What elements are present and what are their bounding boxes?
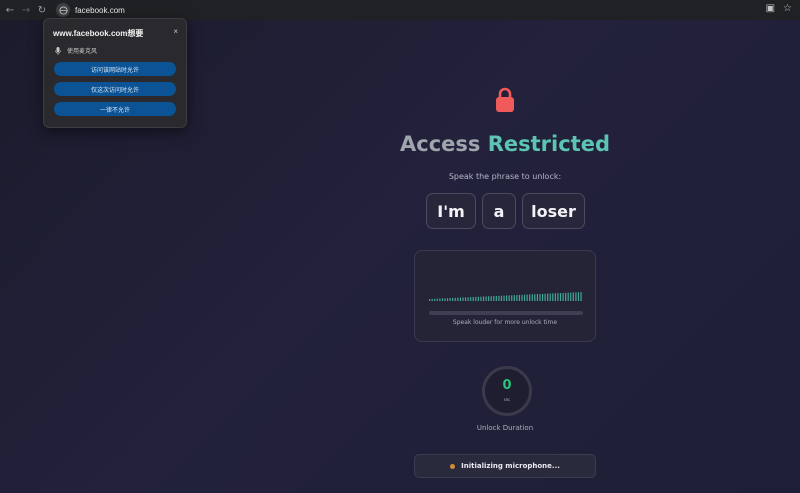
reload-icon[interactable]: ↻ [34, 2, 50, 18]
waveform-bar [506, 295, 508, 301]
cast-icon[interactable]: ▣ [766, 3, 775, 14]
status-bar: Initializing microphone... [414, 454, 596, 478]
waveform-bar [565, 292, 567, 301]
waveform-bar [521, 294, 523, 301]
waveform-bar [439, 298, 441, 301]
waveform-bar [580, 292, 582, 301]
phrase-word: loser [522, 193, 585, 229]
lock-icon [496, 87, 514, 112]
status-dot-icon [450, 463, 456, 469]
waveform-bar [511, 295, 513, 301]
waveform-bar [452, 297, 454, 301]
waveform-bar [500, 295, 503, 301]
waveform-bar [449, 298, 451, 301]
waveform-bar [554, 293, 556, 301]
permission-label: 使用麦克风 [67, 49, 98, 55]
waveform-bar [493, 296, 495, 301]
waveform-bar [431, 298, 433, 301]
waveform-bar [495, 295, 497, 301]
waveform-bar [475, 296, 477, 301]
microphone-icon [55, 46, 61, 55]
never-allow-button[interactable]: 一律不允许 [54, 102, 176, 116]
allow-this-time-button[interactable]: 仅这次访问时允许 [54, 82, 176, 96]
permission-request: 使用麦克风 [55, 46, 97, 55]
waveform-bar [436, 298, 438, 301]
volume-panel: Speak louder for more unlock time [414, 250, 596, 342]
waveform-bar [472, 297, 474, 301]
waveform-bar [559, 293, 562, 301]
waveform-bar [508, 295, 510, 301]
waveform-bar [488, 296, 490, 301]
title-part-access: Access [400, 132, 481, 156]
waveform-bar [529, 294, 531, 301]
waveform-bar [462, 297, 464, 301]
unlock-instruction: Speak the phrase to unlock: [448, 172, 562, 181]
waveform-bar [534, 294, 536, 301]
waveform-bar [547, 293, 549, 301]
timer-circle: 0 sec [482, 366, 532, 416]
waveform-bar [552, 293, 554, 301]
waveform-bar [577, 292, 580, 301]
waveform-bar [541, 293, 544, 301]
phrase-word: a [482, 193, 516, 229]
waveform-bar [544, 293, 546, 301]
waveform-bar [575, 292, 577, 301]
waveform-bar [482, 296, 485, 301]
volume-progress-track [429, 311, 583, 315]
allow-while-visiting-button[interactable]: 访问该网站时允许 [54, 62, 176, 76]
address-bar[interactable]: facebook.com [75, 6, 125, 15]
timer-value: 0 [502, 378, 512, 393]
waveform-bar [567, 292, 569, 301]
audio-waveform [429, 292, 582, 301]
waveform-bar [531, 294, 533, 301]
forward-icon[interactable]: → [18, 2, 34, 18]
waveform-bar [434, 298, 436, 301]
waveform-bar [539, 293, 541, 301]
waveform-bar [429, 299, 431, 301]
volume-hint: Speak louder for more unlock time [452, 319, 558, 326]
waveform-bar [470, 297, 472, 301]
timer-unit: sec [503, 397, 511, 402]
waveform-bar [485, 296, 487, 301]
back-icon[interactable]: ← [2, 2, 18, 18]
waveform-bar [557, 293, 559, 301]
page-title: Access Restricted [400, 132, 610, 156]
waveform-bar [464, 297, 467, 301]
site-info-icon[interactable] [56, 3, 70, 17]
waveform-bar [490, 296, 492, 301]
waveform-bar [572, 292, 574, 301]
waveform-bar [516, 295, 518, 301]
waveform-bar [536, 294, 538, 301]
bookmark-star-icon[interactable]: ☆ [783, 3, 792, 14]
waveform-bar [503, 295, 505, 301]
waveform-bar [446, 298, 449, 301]
waveform-bar [467, 297, 469, 301]
waveform-bar [570, 292, 572, 301]
waveform-bar [549, 293, 551, 301]
phrase-words: I'm a loser [0, 193, 800, 229]
permission-popup: www.facebook.com想要 × 使用麦克风 访问该网站时允许 仅这次访… [43, 18, 187, 128]
waveform-bar [498, 295, 500, 301]
status-text: Initializing microphone... [461, 462, 560, 470]
waveform-bar [518, 294, 521, 301]
waveform-bar [454, 297, 456, 301]
waveform-bar [459, 297, 461, 301]
waveform-bar [444, 298, 446, 301]
waveform-bar [523, 294, 526, 301]
waveform-bar [526, 294, 528, 301]
waveform-bar [513, 295, 515, 301]
phrase-word: I'm [426, 193, 476, 229]
timer-label: Unlock Duration [476, 424, 534, 432]
waveform-bar [457, 297, 459, 301]
waveform-bar [477, 296, 479, 301]
popup-title: www.facebook.com想要 [53, 29, 144, 38]
waveform-bar [441, 298, 444, 301]
waveform-bar [480, 296, 482, 301]
waveform-bar [562, 292, 564, 301]
title-part-restricted: Restricted [487, 132, 610, 156]
close-icon[interactable]: × [173, 27, 178, 36]
